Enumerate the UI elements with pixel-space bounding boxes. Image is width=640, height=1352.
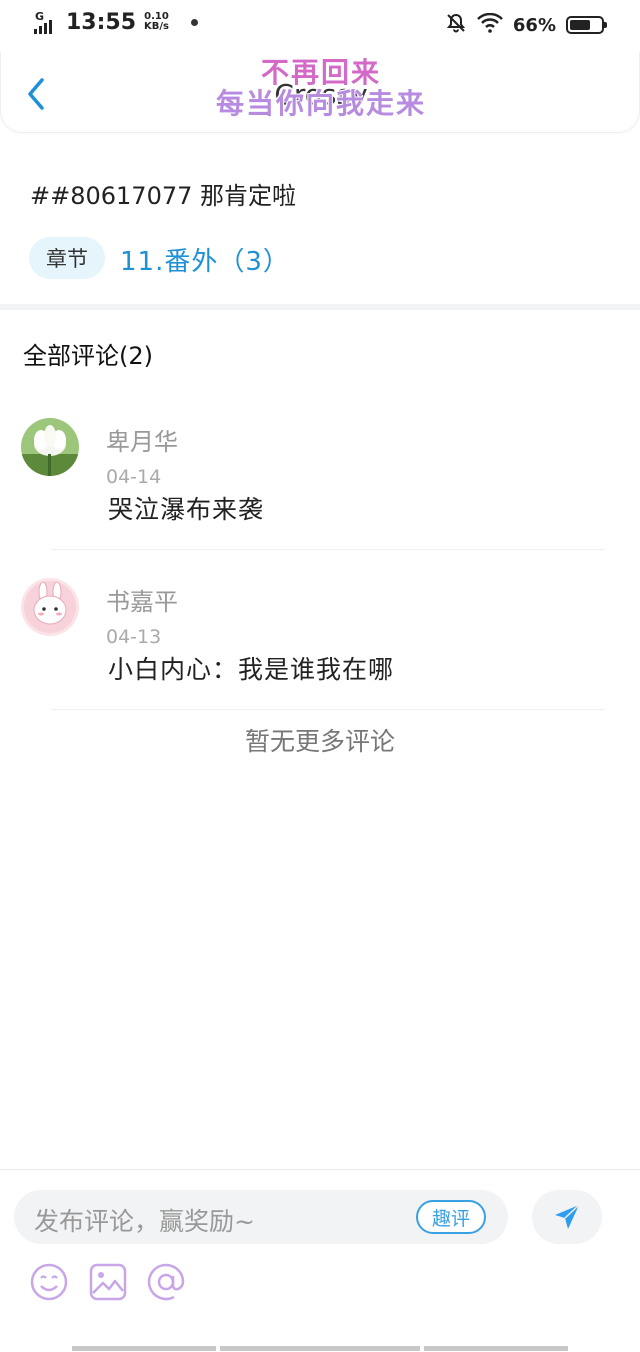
no-more-comments: 暂无更多评论 [244, 727, 395, 756]
section-divider [0, 304, 640, 310]
status-bar: G 13:55 0.10 KB/s 66% [0, 0, 640, 50]
mute-bell-icon [445, 12, 467, 38]
post-title: ##80617077 那肯定啦 [30, 182, 297, 210]
send-icon [555, 1204, 580, 1229]
overlay-text-line2: 每当你向我走来 [215, 87, 426, 120]
comments-title: 全部评论(2) [23, 342, 153, 370]
comment-item: 书嘉平 04-13 小白内心：我是谁我在哪 [0, 578, 640, 718]
battery-icon [566, 16, 607, 34]
wifi-icon [477, 12, 503, 37]
comment-date: 04-13 [106, 626, 162, 646]
nav-indicator [424, 1346, 568, 1351]
lotus-avatar-icon [21, 418, 79, 476]
comment-separator [52, 709, 604, 710]
bunny-avatar-icon [21, 578, 79, 636]
comment-input[interactable]: 发布评论，赢奖励~ 趣评 [14, 1190, 508, 1244]
battery-percent: 66% [512, 14, 556, 36]
comment-separator [52, 549, 604, 550]
comment-date: 04-14 [106, 466, 162, 486]
speed-unit: KB/s [144, 21, 170, 32]
signal-icon: G [34, 10, 64, 36]
top-bar: Crossy 不再回来 每当你向我走来 [0, 52, 640, 133]
image-icon [89, 1263, 127, 1301]
at-icon [147, 1263, 185, 1301]
image-button[interactable] [88, 1262, 128, 1302]
chapter-tag: 章节 [29, 237, 105, 279]
comment-item: 卑月华 04-14 哭泣瀑布来袭 [0, 418, 640, 558]
nav-indicator [72, 1346, 216, 1351]
comment-username[interactable]: 卑月华 [106, 422, 178, 457]
avatar[interactable] [21, 578, 79, 636]
nav-indicator [220, 1346, 420, 1351]
chapter-link[interactable]: 11.番外（3） [120, 241, 290, 278]
status-time: 13:55 [66, 10, 137, 35]
send-button[interactable] [532, 1190, 602, 1244]
comment-input-bar: 发布评论，赢奖励~ 趣评 [0, 1169, 640, 1352]
avatar[interactable] [21, 418, 79, 476]
mention-button[interactable] [146, 1262, 186, 1302]
comment-text: 哭泣瀑布来袭 [108, 495, 265, 524]
network-speed: 0.10 KB/s [144, 12, 169, 32]
comment-input-placeholder: 发布评论，赢奖励~ [34, 1207, 255, 1236]
emoji-icon [30, 1263, 68, 1301]
emoji-button[interactable] [29, 1262, 69, 1302]
comment-username[interactable]: 书嘉平 [106, 582, 178, 617]
comment-text: 小白内心：我是谁我在哪 [108, 655, 395, 684]
notification-dot [191, 19, 199, 26]
quping-button[interactable]: 趣评 [416, 1200, 486, 1234]
